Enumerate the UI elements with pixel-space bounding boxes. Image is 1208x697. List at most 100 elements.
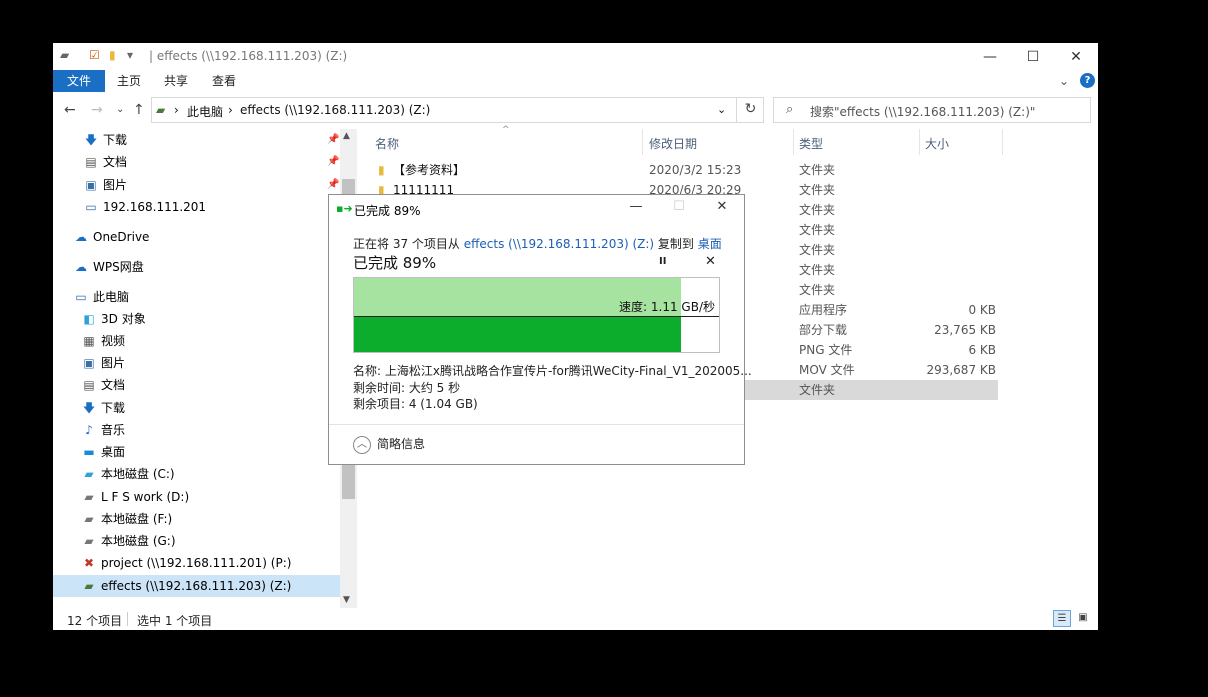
search-placeholder: 搜索"effects (\\192.168.111.203) (Z:)"	[810, 105, 1036, 119]
nav-item-drive-f[interactable]: ▰ 本地磁盘 (F:)	[81, 509, 172, 529]
breadcrumb-current[interactable]: effects (\\192.168.111.203) (Z:)	[240, 103, 430, 117]
speed-graph: 速度: 1.11 GB/秒	[353, 277, 720, 353]
folder-icon: ▮	[378, 163, 385, 177]
tab-home[interactable]: 主页	[111, 70, 147, 92]
scroll-down-icon[interactable]: ▼	[343, 595, 350, 605]
drive-icon: ▰	[84, 512, 94, 526]
file-type: 文件夹	[799, 263, 836, 277]
nav-item-downloads[interactable]: 🡇 下载	[83, 130, 127, 150]
disconnected-drive-icon: ✖	[83, 556, 95, 570]
selected-count: 选中 1 个项目	[137, 614, 213, 628]
help-icon[interactable]: ?	[1080, 73, 1095, 88]
nav-item-documents-pc[interactable]: ▤ 文档	[81, 375, 125, 395]
pin-icon[interactable]: 📌	[327, 179, 339, 190]
column-size[interactable]: 大小	[925, 135, 949, 152]
column-date[interactable]: 修改日期	[649, 135, 697, 152]
column-divider[interactable]	[919, 129, 920, 155]
tab-file[interactable]: 文件	[53, 70, 105, 92]
network-drive-icon: ▰	[84, 579, 94, 593]
customize-quick-access-icon[interactable]: ▾	[127, 48, 133, 62]
destination-link[interactable]: 桌面	[698, 237, 722, 251]
source-link[interactable]: effects (\\192.168.111.203) (Z:)	[464, 237, 654, 251]
cancel-button[interactable]: ✕	[705, 254, 716, 269]
file-type: 文件夹	[799, 383, 836, 397]
breadcrumb-this-pc[interactable]: 此电脑	[187, 103, 223, 120]
ribbon-collapse-icon[interactable]: ⌄	[1056, 70, 1072, 92]
nav-item-pictures-pc[interactable]: ▣ 图片	[81, 353, 125, 373]
pause-button[interactable]: II	[659, 256, 666, 267]
details-view-icon[interactable]: ☰	[1053, 610, 1071, 627]
file-size: 23,765 KB	[934, 323, 996, 337]
column-divider[interactable]	[793, 129, 794, 155]
search-box[interactable]: ⌕ 搜索"effects (\\192.168.111.203) (Z:)"	[773, 97, 1091, 123]
column-divider[interactable]	[1002, 129, 1003, 155]
drive-icon: ▰	[84, 490, 94, 504]
maximize-button[interactable]: ☐	[1010, 43, 1056, 70]
new-folder-icon[interactable]: ▮	[109, 48, 116, 62]
forward-icon[interactable]: →	[91, 102, 103, 118]
file-type: 文件夹	[799, 283, 836, 297]
nav-item-videos[interactable]: ▦ 视频	[81, 331, 125, 351]
file-size: 293,687 KB	[926, 363, 996, 377]
address-dropdown-icon[interactable]: ⌄	[717, 103, 726, 116]
speed-line	[354, 316, 719, 317]
breadcrumb-separator[interactable]: ›	[174, 103, 179, 117]
back-icon[interactable]: ←	[64, 102, 76, 118]
search-icon: ⌕	[786, 102, 794, 117]
nav-item-desktop[interactable]: ▬ 桌面	[81, 442, 125, 462]
nav-item-documents[interactable]: ▤ 文档	[83, 152, 127, 172]
nav-item-drive-d[interactable]: ▰ L F S work (D:)	[81, 487, 189, 507]
drive-icon: ▰	[60, 48, 70, 62]
nav-item-pictures[interactable]: ▣ 图片	[83, 175, 127, 195]
nav-item-drive-g[interactable]: ▰ 本地磁盘 (G:)	[81, 531, 175, 551]
table-row[interactable]: ▮ 【参考资料】 2020/3/2 15:23 文件夹	[358, 160, 998, 180]
dialog-minimize-button[interactable]: —	[621, 199, 651, 214]
file-type: 文件夹	[799, 243, 836, 257]
nav-item-downloads-pc[interactable]: 🡇 下载	[81, 398, 125, 418]
address-bar[interactable]: ▰ › 此电脑 › effects (\\192.168.111.203) (Z…	[151, 97, 764, 123]
items-remaining-line: 剩余项目: 4 (1.04 GB)	[353, 397, 478, 411]
navigation-pane: 🡇 下载 📌 ▤ 文档 📌 ▣ 图片 📌 ▭ 192.168.111.201 ☁ OneD…	[53, 129, 340, 608]
tab-share[interactable]: 共享	[158, 70, 194, 92]
column-name[interactable]: 名称	[375, 135, 399, 152]
minimize-button[interactable]: —	[967, 43, 1013, 70]
file-type: PNG 文件	[799, 343, 853, 357]
nav-item-wps[interactable]: ☁ WPS网盘	[73, 257, 144, 277]
nav-item-music[interactable]: ♪ 音乐	[81, 420, 125, 440]
recent-locations-icon[interactable]: ⌄	[116, 104, 124, 115]
column-type[interactable]: 类型	[799, 135, 823, 152]
nav-item-3d-objects[interactable]: ◧ 3D 对象	[81, 309, 145, 329]
pin-icon[interactable]: 📌	[327, 134, 339, 145]
nav-item-this-pc[interactable]: ▭ 此电脑	[73, 287, 129, 307]
desktop-icon: ▬	[83, 445, 95, 459]
nav-item-drive-c[interactable]: ▰ 本地磁盘 (C:)	[81, 464, 174, 484]
dialog-divider	[329, 424, 744, 425]
close-button[interactable]: ✕	[1053, 43, 1099, 70]
large-icons-view-icon[interactable]: ▣	[1074, 610, 1092, 627]
picture-icon: ▣	[85, 178, 97, 192]
up-icon[interactable]: ↑	[133, 102, 145, 118]
system-drive-icon: ▰	[84, 467, 94, 481]
tab-view[interactable]: 查看	[206, 70, 242, 92]
nav-item-drive-p[interactable]: ✖ project (\\192.168.111.201) (P:)	[81, 553, 291, 573]
nav-item-onedrive[interactable]: ☁ OneDrive	[73, 227, 149, 247]
properties-icon[interactable]: ☑	[89, 48, 100, 62]
title-bar: ▰ ☑ ▮ ▾ | effects (\\192.168.111.203) (Z…	[53, 43, 1098, 70]
refresh-button[interactable]: ↻	[736, 97, 764, 123]
copy-icon: ▪➜	[336, 202, 353, 215]
nav-item-drive-z[interactable]: ▰ effects (\\192.168.111.203) (Z:)	[81, 576, 291, 596]
column-headers: ^ 名称 修改日期 类型 大小	[358, 125, 1058, 155]
column-divider[interactable]	[642, 129, 643, 155]
pin-icon[interactable]: 📌	[327, 156, 339, 167]
speed-label: 速度: 1.11 GB/秒	[619, 300, 715, 314]
file-type: 文件夹	[799, 183, 836, 197]
dialog-close-button[interactable]: ✕	[707, 199, 737, 214]
progress-percent: 已完成 89%	[353, 254, 437, 272]
file-type: 文件夹	[799, 203, 836, 217]
scroll-up-icon[interactable]: ▲	[343, 131, 350, 141]
nav-item-network-201[interactable]: ▭ 192.168.111.201	[83, 197, 206, 217]
file-date: 2020/3/2 15:23	[649, 163, 742, 177]
fewer-details-toggle[interactable]: ︿ 简略信息	[353, 435, 425, 454]
status-bar: 12 个项目 选中 1 个项目 ☰ ▣	[53, 608, 1098, 630]
breadcrumb-separator[interactable]: ›	[228, 103, 233, 117]
